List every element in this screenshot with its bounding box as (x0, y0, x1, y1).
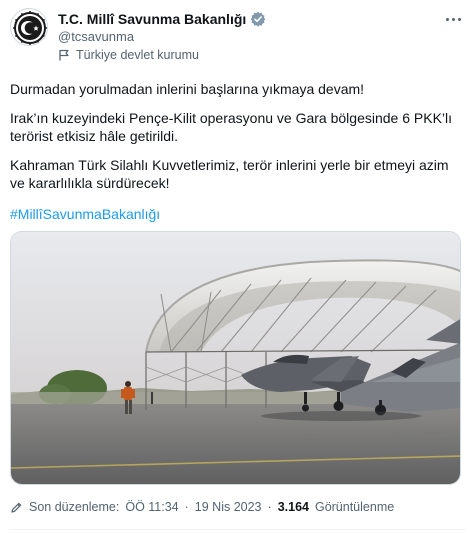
meta-separator: · (184, 500, 189, 514)
tweet-time[interactable]: ÖÖ 11:34 (125, 500, 178, 514)
affiliation-text: Türkiye devlet kurumu (76, 48, 199, 62)
views-count: 3.164 (277, 500, 309, 514)
tweet-text-line-2: Irak’ın kuzeyindeki Pençe-Kilit operasyo… (10, 110, 453, 144)
tweet-text-line-1: Durmadan yorulmadan inlerini başlarına y… (10, 81, 365, 97)
hashtag-link[interactable]: #MillîSavunmaBakanlığı (10, 205, 160, 223)
ministry-emblem-icon (12, 10, 47, 45)
affiliation-label: Türkiye devlet kurumu (58, 47, 199, 63)
tweet-date[interactable]: 19 Nis 2023 (195, 500, 262, 514)
tweet-header: T.C. Millî Savunma Bakanlığı @tcsavunma … (10, 8, 465, 62)
verified-badge-icon (250, 11, 266, 27)
account-name-row: T.C. Millî Savunma Bakanlığı (58, 10, 266, 28)
divider (10, 529, 465, 530)
tweet-meta: Son düzenleme: ÖÖ 11:34 · 19 Nis 2023 · … (10, 498, 394, 516)
jet-hangar-photo (11, 232, 460, 484)
views-label: Görüntülenme (314, 500, 395, 514)
pencil-icon (10, 501, 23, 514)
account-handle[interactable]: @tcsavunma (58, 29, 134, 44)
avatar[interactable] (10, 8, 48, 46)
meta-separator: · (267, 500, 272, 514)
flag-icon (58, 49, 70, 61)
edited-label[interactable]: Son düzenleme: (29, 500, 119, 514)
tweet-photo[interactable] (10, 231, 461, 485)
account-name[interactable]: T.C. Millî Savunma Bakanlığı (58, 11, 246, 27)
tweet-text-line-3: Kahraman Türk Silahlı Kuvvetlerimiz, ter… (10, 157, 449, 191)
more-options-icon[interactable] (443, 14, 463, 24)
tweet-card: T.C. Millî Savunma Bakanlığı @tcsavunma … (0, 0, 475, 534)
